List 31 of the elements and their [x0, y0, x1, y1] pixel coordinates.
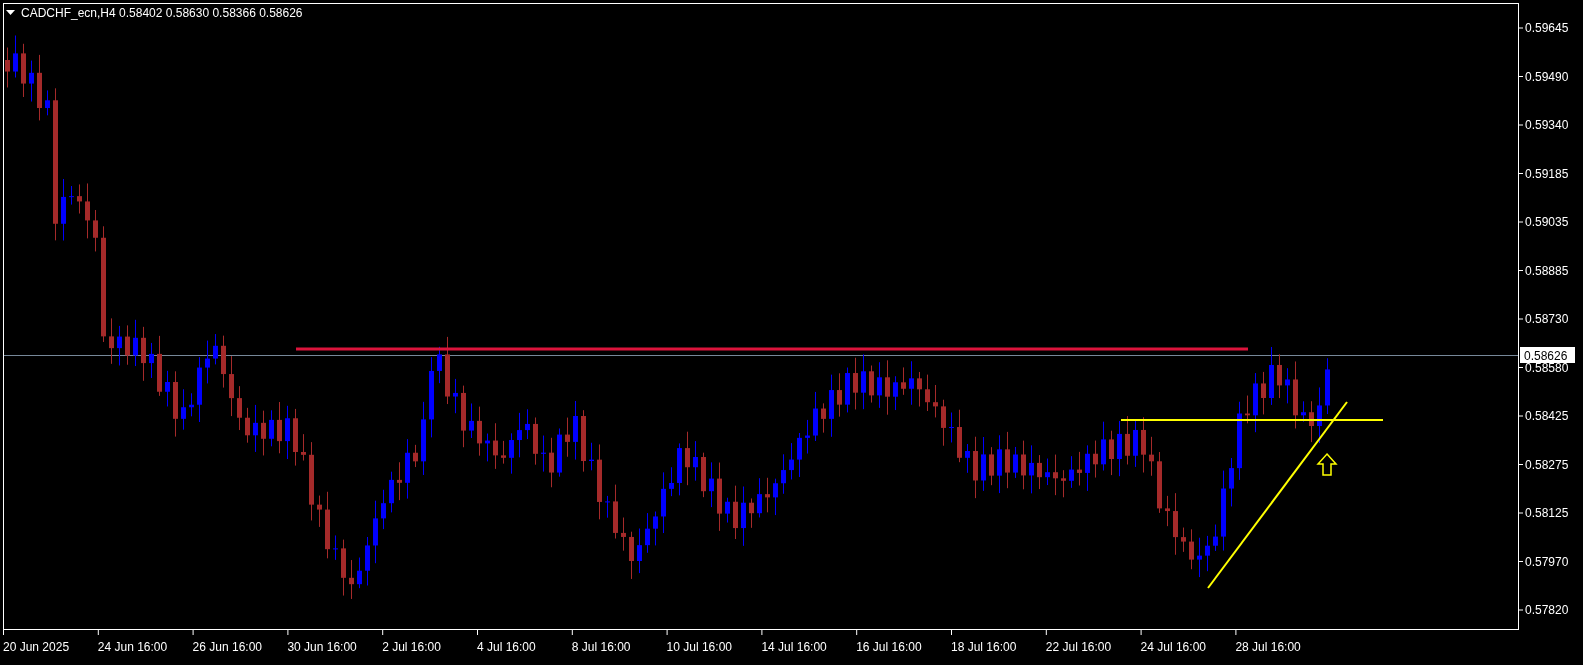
time-axis-label: 14 Jul 16:00 — [761, 640, 827, 654]
time-axis-label: 24 Jul 16:00 — [1140, 640, 1206, 654]
price-axis-label: 0.59340 — [1525, 118, 1569, 132]
dropdown-triangle-icon[interactable] — [6, 10, 15, 15]
price-axis-label: 0.58885 — [1525, 263, 1569, 278]
price-axis-label: 0.58730 — [1525, 312, 1569, 326]
price-axis-label: 0.58125 — [1525, 506, 1569, 520]
price-axis-label: 0.59490 — [1525, 69, 1569, 84]
price-axis-label: 0.58580 — [1525, 360, 1569, 375]
time-axis-label: 26 Jun 16:00 — [192, 640, 262, 654]
price-axis-label: 0.58425 — [1525, 409, 1569, 423]
current-price-label: 0.58626 — [1520, 347, 1575, 363]
time-axis-label: 18 Jul 16:00 — [951, 640, 1017, 654]
time-axis-label: 24 Jun 16:00 — [97, 640, 168, 654]
up-arrow-icon — [1316, 452, 1338, 476]
chart-header: CADCHF_ecn,H4 0.58402 0.58630 0.58366 0.58626 — [21, 6, 303, 20]
time-axis-label: 28 Jul 16:00 — [1235, 640, 1301, 654]
time-axis-label: 10 Jul 16:00 — [666, 640, 732, 654]
price-axis-label: 0.59185 — [1525, 166, 1569, 181]
price-axis-label: 0.59035 — [1525, 215, 1569, 229]
price-axis-label: 0.59645 — [1525, 21, 1569, 35]
price-axis-label: 0.57970 — [1525, 554, 1569, 569]
price-axis-label: 0.58275 — [1525, 457, 1569, 472]
time-axis-label: 2 Jul 16:00 — [382, 640, 441, 654]
time-axis-label: 8 Jul 16:00 — [571, 640, 631, 654]
price-axis-label: 0.57820 — [1525, 603, 1569, 617]
time-axis-label: 4 Jul 16:00 — [477, 640, 536, 654]
time-axis-label: 22 Jul 16:00 — [1045, 640, 1112, 654]
time-axis-label: 20 Jun 2025 — [3, 640, 70, 654]
time-axis-label: 16 Jul 16:00 — [856, 640, 922, 654]
time-axis-label: 30 Jun 16:00 — [287, 640, 357, 654]
